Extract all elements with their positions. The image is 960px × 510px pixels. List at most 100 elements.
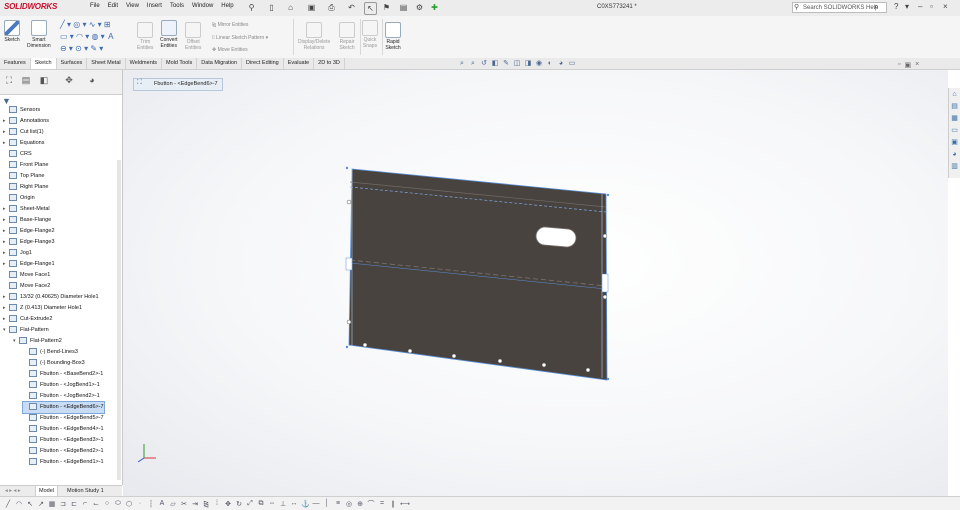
edit-appearance-icon[interactable]: ◐: [546, 60, 554, 68]
save-icon[interactable]: ▣: [306, 2, 317, 13]
rotate-icon[interactable]: ↻: [235, 500, 243, 508]
display-style-icon[interactable]: ◨: [524, 60, 532, 68]
close-icon[interactable]: ×: [943, 2, 948, 11]
tree-item[interactable]: Front Plane: [3, 160, 48, 171]
mirror-entities-button[interactable]: ⧎ Mirror Entities: [212, 22, 248, 28]
scene-icon[interactable]: ◕: [557, 60, 565, 68]
file-properties-icon[interactable]: ▤: [398, 2, 409, 13]
dimxpert-tab-icon[interactable]: ✥: [63, 74, 75, 86]
section-view-icon[interactable]: ◧: [491, 60, 499, 68]
pattern-icon[interactable]: ⁞: [213, 500, 221, 507]
display-manager-tab-icon[interactable]: ◕: [86, 74, 98, 86]
repair-sketch-button[interactable]: Repair Sketch: [339, 22, 355, 51]
chevron-down-icon[interactable]: ▾: [905, 2, 909, 11]
tree-item[interactable]: Fbutton - <EdgeBend5>-7: [23, 413, 104, 424]
print-icon[interactable]: ⎙: [326, 2, 337, 13]
fillet-icon[interactable]: ⌐: [81, 500, 89, 507]
sketch-button[interactable]: Sketch: [4, 20, 20, 43]
pin-icon[interactable]: ⚲: [246, 2, 257, 13]
menu-window[interactable]: Window: [192, 3, 213, 9]
undo-icon[interactable]: ↶: [346, 2, 357, 13]
equal-icon[interactable]: =: [378, 500, 386, 507]
tree-item[interactable]: Fbutton - <EdgeBend3>-1: [23, 435, 104, 446]
trim-entities-button[interactable]: Trim Entities: [137, 22, 153, 51]
ellipse-icon[interactable]: ⬭: [114, 500, 122, 508]
circle-icon[interactable]: ○: [103, 500, 111, 507]
tab-weldments[interactable]: Weldments: [126, 58, 163, 69]
tab-features[interactable]: Features: [0, 58, 31, 69]
resources-icon[interactable]: ▤: [950, 102, 959, 111]
tree-item[interactable]: ▸ Sheet-Metal: [3, 204, 50, 215]
sheet-metal-face[interactable]: [348, 168, 608, 381]
dimension-icon[interactable]: ↔: [290, 500, 298, 507]
tangent-icon[interactable]: ⌒: [367, 499, 375, 509]
offset-entities-button[interactable]: Offset Entities: [185, 22, 201, 51]
grid-icon[interactable]: ▦: [48, 500, 56, 508]
line-icon[interactable]: ╱ ▾ ◎ ▾ ∿ ▾ ⊞: [60, 19, 115, 31]
tree-item[interactable]: (-) Bounding-Box3: [23, 358, 85, 369]
select-icon[interactable]: ↖: [26, 500, 34, 508]
design-library-icon[interactable]: ▦: [950, 114, 959, 123]
tree-item[interactable]: Fbutton - <JogBend1>-1: [23, 380, 100, 391]
trim-icon[interactable]: ✂: [180, 500, 188, 508]
merge-icon[interactable]: ⊕: [356, 500, 364, 508]
stretch-icon[interactable]: ⇔: [268, 500, 276, 507]
options-icon[interactable]: ⚙: [414, 2, 425, 13]
tree-item[interactable]: Fbutton - <EdgeBend2>-1: [23, 446, 104, 457]
new-document-icon[interactable]: ▯: [266, 2, 277, 13]
tree-item[interactable]: ▸ Edge-Flange1: [3, 259, 55, 270]
vertical-icon[interactable]: │: [323, 500, 331, 507]
tree-item[interactable]: ▸ Z (0.413) Diameter Hole1: [3, 303, 82, 314]
view-palette-icon[interactable]: ▣: [950, 138, 959, 147]
pointer-icon[interactable]: ↗: [37, 500, 45, 508]
tab-direct-editing[interactable]: Direct Editing: [242, 58, 284, 69]
menu-view[interactable]: View: [126, 3, 139, 9]
tree-item[interactable]: ▸ Cut-Extrude2: [3, 314, 52, 325]
file-explorer-icon[interactable]: ▭: [950, 126, 959, 135]
close-viewport-icon[interactable]: ×: [915, 61, 919, 69]
scale-icon[interactable]: ⤢: [246, 500, 254, 508]
tree-item[interactable]: Fbutton - <EdgeBend1>-1: [23, 457, 104, 468]
menu-file[interactable]: File: [90, 3, 100, 9]
offset-icon[interactable]: ⊐: [59, 500, 67, 508]
previous-view-icon[interactable]: ↺: [480, 60, 488, 68]
tree-item[interactable]: ▸ Edge-Flange2: [3, 226, 55, 237]
slot-icon[interactable]: ⊖ ▾ ⊙ ▾ ✎ ▾: [60, 43, 115, 55]
tree-item[interactable]: Sensors: [3, 105, 40, 116]
appearances-icon[interactable]: ◕: [950, 150, 959, 159]
tree-item[interactable]: Fbutton - <EdgeBend4>-1: [23, 424, 104, 435]
tree-item[interactable]: Fbutton - <EdgeBend6>-7: [22, 401, 105, 414]
tree-item[interactable]: Right Plane: [3, 182, 48, 193]
rectangle-icon[interactable]: ▭ ▾ ◠ ▾ ◍ ▾ Ａ: [60, 31, 115, 43]
menu-tools[interactable]: Tools: [170, 3, 184, 9]
feature-tree-tab-icon[interactable]: ⛶: [3, 74, 15, 86]
tab-surfaces[interactable]: Surfaces: [57, 58, 88, 69]
tree-item[interactable]: ▸ Base-Flange: [3, 215, 51, 226]
restore-icon[interactable]: ▫: [930, 2, 933, 11]
search-go-icon[interactable]: ⌕: [874, 2, 878, 12]
mirror-icon[interactable]: ⧎: [202, 500, 210, 508]
custom-properties-icon[interactable]: ▥: [950, 162, 959, 171]
linear-sketch-pattern-button[interactable]: ⁞⁞ Linear Sketch Pattern ▾: [212, 35, 268, 41]
flat-pattern-part[interactable]: [330, 160, 620, 390]
hide-show-icon[interactable]: ◉: [535, 60, 543, 68]
convert-icon[interactable]: ⊏: [70, 500, 78, 508]
coincident-icon[interactable]: ◎: [345, 500, 353, 508]
configuration-manager-tab-icon[interactable]: ◧: [38, 74, 50, 86]
select-icon[interactable]: ↖: [364, 2, 377, 15]
handle-slot-cutout[interactable]: [535, 226, 577, 248]
extend-icon[interactable]: ⇥: [191, 500, 199, 508]
zoom-to-fit-icon[interactable]: ⌕: [458, 60, 466, 68]
tree-item[interactable]: Origin: [3, 193, 35, 204]
tree-item[interactable]: ▸ Equations: [3, 138, 44, 149]
help-icon[interactable]: ?: [894, 2, 898, 11]
rapid-sketch-button[interactable]: Rapid Sketch: [385, 22, 401, 51]
text-icon[interactable]: A: [158, 500, 166, 507]
tree-item[interactable]: ▸ Annotations: [3, 116, 49, 127]
collinear-icon[interactable]: ≡: [334, 500, 342, 507]
property-manager-tab-icon[interactable]: ▤: [20, 74, 32, 86]
polygon-icon[interactable]: ⬡: [125, 500, 133, 508]
search-input[interactable]: Search SOLIDWORKS Help: [792, 2, 887, 13]
display-delete-relations-button[interactable]: Display/Delete Relations: [298, 22, 330, 51]
view-settings-icon[interactable]: ▭: [568, 60, 576, 68]
